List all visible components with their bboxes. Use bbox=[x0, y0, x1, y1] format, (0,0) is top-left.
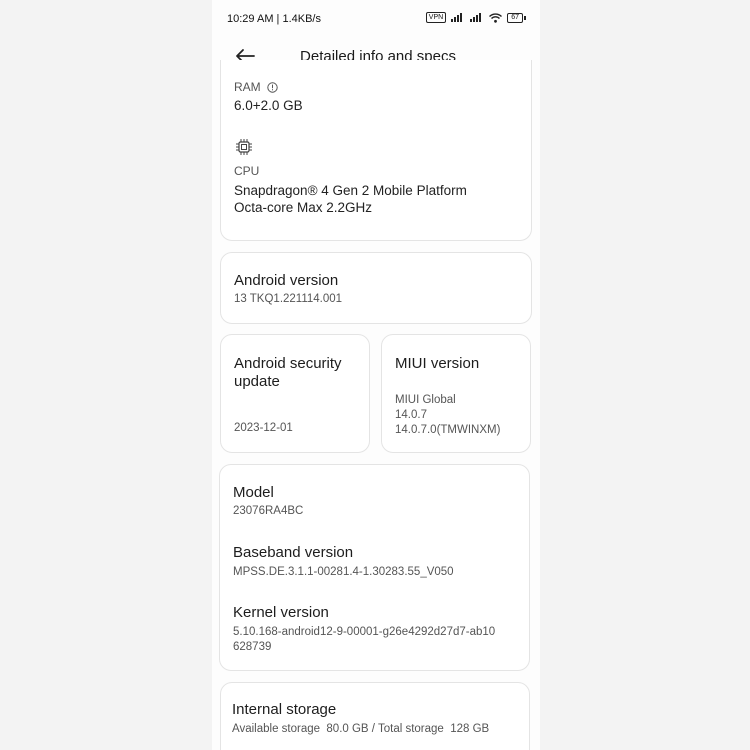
cpu-cores: Octa-core Max 2.2GHz bbox=[234, 200, 373, 215]
battery-level: 67 bbox=[507, 12, 523, 23]
signal-icon bbox=[451, 13, 463, 22]
baseband-value: MPSS.DE.3.1.1-00281.4-1.30283.55_V050 bbox=[233, 566, 454, 578]
status-bar: 10:29 AM | 1.4KB/s VPN 67 bbox=[212, 0, 540, 36]
security-update-label-1: Android security bbox=[234, 355, 342, 372]
vpn-badge: VPN bbox=[425, 12, 447, 23]
security-update-value: 2023-12-01 bbox=[234, 422, 293, 434]
miui-version-label: MIUI version bbox=[395, 355, 480, 372]
ram-label-row: RAM bbox=[234, 80, 278, 94]
android-version-label: Android version bbox=[234, 272, 339, 289]
status-icons: VPN 67 bbox=[425, 12, 526, 23]
baseband-label: Baseband version bbox=[233, 544, 354, 561]
storage-label: Internal storage bbox=[232, 701, 337, 718]
status-time: 10:29 AM | 1.4KB/s bbox=[227, 13, 321, 25]
signal-icon-2 bbox=[470, 13, 482, 22]
security-update-label-2: update bbox=[234, 373, 280, 390]
ram-label: RAM bbox=[234, 80, 261, 94]
phone-screen: 10:29 AM | 1.4KB/s VPN 67 Detailed info … bbox=[212, 0, 540, 750]
wifi-icon bbox=[489, 12, 503, 23]
kernel-value-line1: 5.10.168-android12-9-00001-g26e4292d27d7… bbox=[233, 626, 496, 638]
ram-value: 6.0+2.0 GB bbox=[234, 98, 303, 113]
kernel-label: Kernel version bbox=[233, 604, 329, 621]
miui-version-full: 14.0.7.0(TMWINXM) bbox=[395, 424, 501, 436]
miui-edition: MIUI Global bbox=[395, 394, 456, 406]
storage-value: Available storage 80.0 GB / Total storag… bbox=[232, 723, 490, 735]
kernel-value-line2: 628739 bbox=[233, 641, 272, 653]
cpu-chip-icon bbox=[236, 139, 252, 155]
battery-icon: 67 bbox=[507, 12, 526, 23]
security-update-card[interactable] bbox=[220, 334, 370, 453]
cpu-name: Snapdragon® 4 Gen 2 Mobile Platform bbox=[234, 183, 467, 198]
miui-version-short: 14.0.7 bbox=[395, 409, 427, 421]
model-label: Model bbox=[233, 484, 274, 501]
cpu-label: CPU bbox=[234, 164, 260, 178]
model-value: 23076RA4BC bbox=[233, 505, 304, 517]
info-icon[interactable] bbox=[266, 81, 278, 93]
android-version-value: 13 TKQ1.221114.001 bbox=[234, 293, 343, 305]
